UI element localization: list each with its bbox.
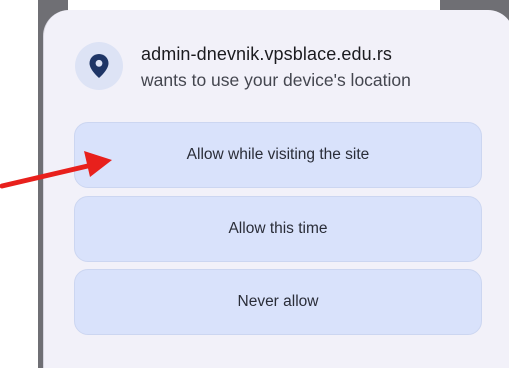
permission-message: wants to use your device's location	[141, 70, 411, 90]
location-pin-icon	[75, 42, 123, 90]
dialog-header: admin-dnevnik.vpsblace.edu.rs wants to u…	[75, 40, 495, 100]
site-origin: admin-dnevnik.vpsblace.edu.rs	[141, 44, 393, 64]
never-allow-button[interactable]: Never allow	[74, 269, 482, 335]
allow-while-visiting-button[interactable]: Allow while visiting the site	[74, 122, 482, 188]
allow-this-time-button[interactable]: Allow this time	[74, 196, 482, 262]
